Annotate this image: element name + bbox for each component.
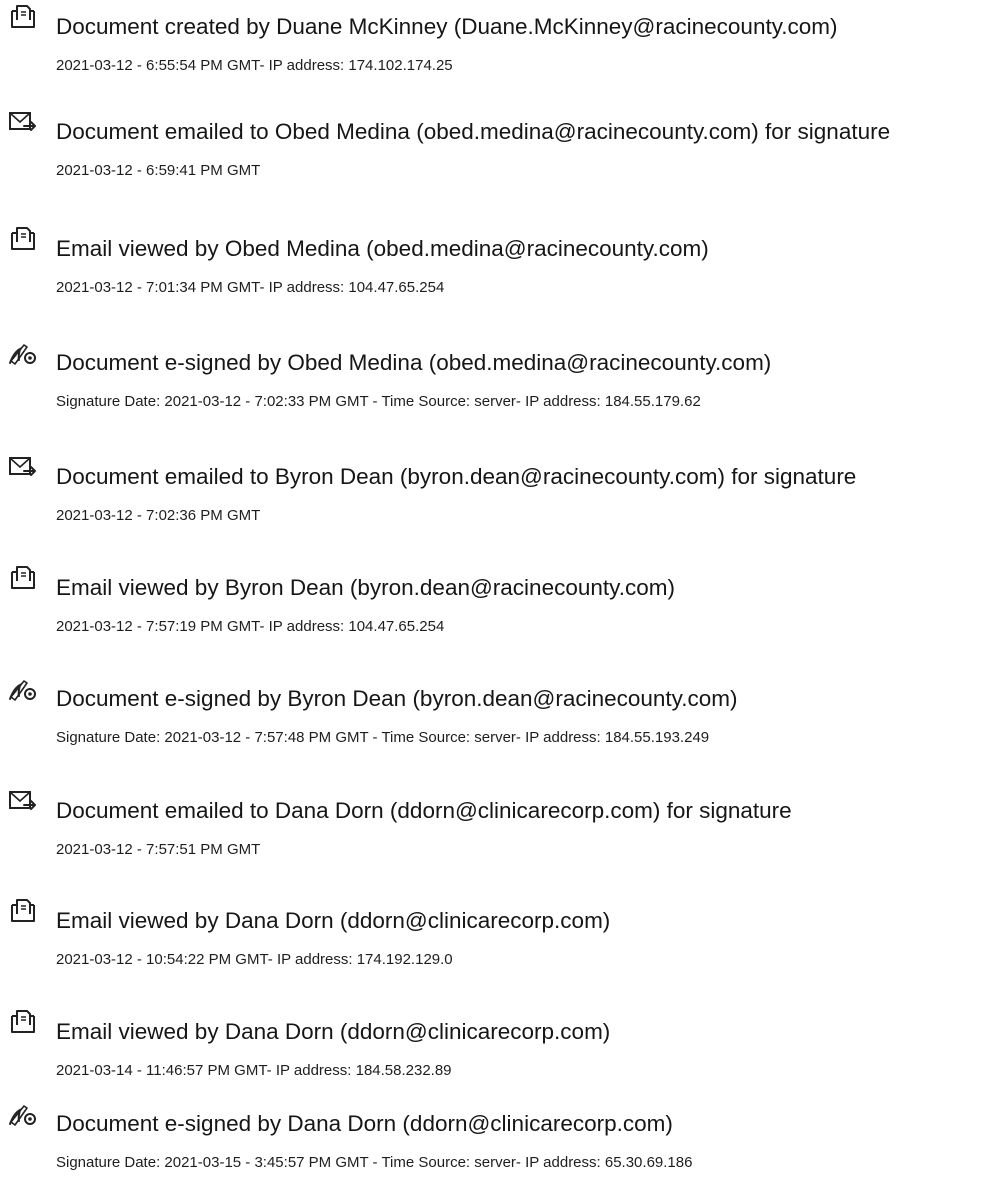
event-detail: Signature Date: 2021-03-15 - 3:45:57 PM …: [56, 1154, 693, 1171]
event-detail: 2021-03-14 - 11:46:57 PM GMT- IP address…: [56, 1062, 452, 1079]
event-detail: 2021-03-12 - 7:01:34 PM GMT- IP address:…: [56, 279, 445, 296]
event-title: Email viewed by Obed Medina (obed.medina…: [56, 236, 709, 261]
event-title: Document e-signed by Byron Dean (byron.d…: [56, 686, 738, 711]
audit-event: Document emailed to Obed Medina (obed.me…: [0, 105, 999, 185]
event-detail: 2021-03-12 - 7:02:36 PM GMT: [56, 507, 261, 524]
audit-event: Email viewed by Obed Medina (obed.medina…: [0, 222, 999, 302]
audit-event: Email viewed by Dana Dorn (ddorn@clinica…: [0, 894, 999, 974]
event-title: Email viewed by Dana Dorn (ddorn@clinica…: [56, 1019, 611, 1044]
audit-event: Document e-signed by Dana Dorn (ddorn@cl…: [0, 1097, 999, 1177]
email-sent-icon: [7, 453, 39, 481]
email-viewed-icon: [7, 897, 39, 925]
event-title: Email viewed by Byron Dean (byron.dean@r…: [56, 575, 675, 600]
email-sent-icon: [7, 787, 39, 815]
event-title: Document emailed to Dana Dorn (ddorn@cli…: [56, 798, 792, 823]
document-created-icon: [7, 3, 39, 31]
audit-event: Document e-signed by Byron Dean (byron.d…: [0, 672, 999, 752]
e-signature-icon: [7, 675, 39, 703]
event-detail: 2021-03-12 - 6:59:41 PM GMT: [56, 162, 261, 179]
event-title: Document created by Duane McKinney (Duan…: [56, 14, 838, 39]
event-title: Email viewed by Dana Dorn (ddorn@clinica…: [56, 908, 611, 933]
audit-event: Document emailed to Byron Dean (byron.de…: [0, 450, 999, 530]
event-detail: 2021-03-12 - 7:57:51 PM GMT: [56, 841, 261, 858]
event-detail: 2021-03-12 - 7:57:19 PM GMT- IP address:…: [56, 618, 445, 635]
audit-event: Email viewed by Dana Dorn (ddorn@clinica…: [0, 1005, 999, 1085]
audit-event: Document created by Duane McKinney (Duan…: [0, 0, 999, 80]
email-sent-icon: [7, 108, 39, 136]
event-title: Document e-signed by Dana Dorn (ddorn@cl…: [56, 1111, 673, 1136]
email-viewed-icon: [7, 564, 39, 592]
event-detail: Signature Date: 2021-03-12 - 7:02:33 PM …: [56, 393, 701, 410]
audit-event: Document e-signed by Obed Medina (obed.m…: [0, 336, 999, 416]
event-detail: 2021-03-12 - 6:55:54 PM GMT- IP address:…: [56, 57, 453, 74]
email-viewed-icon: [7, 225, 39, 253]
event-title: Document emailed to Byron Dean (byron.de…: [56, 464, 857, 489]
event-title: Document emailed to Obed Medina (obed.me…: [56, 119, 891, 144]
e-signature-icon: [7, 339, 39, 367]
event-detail: 2021-03-12 - 10:54:22 PM GMT- IP address…: [56, 951, 453, 968]
audit-event: Document emailed to Dana Dorn (ddorn@cli…: [0, 784, 999, 864]
email-viewed-icon: [7, 1008, 39, 1036]
audit-trail: Document created by Duane McKinney (Duan…: [0, 0, 999, 1177]
audit-event: Email viewed by Byron Dean (byron.dean@r…: [0, 561, 999, 641]
e-signature-icon: [7, 1100, 39, 1128]
event-title: Document e-signed by Obed Medina (obed.m…: [56, 350, 772, 375]
event-detail: Signature Date: 2021-03-12 - 7:57:48 PM …: [56, 729, 710, 746]
